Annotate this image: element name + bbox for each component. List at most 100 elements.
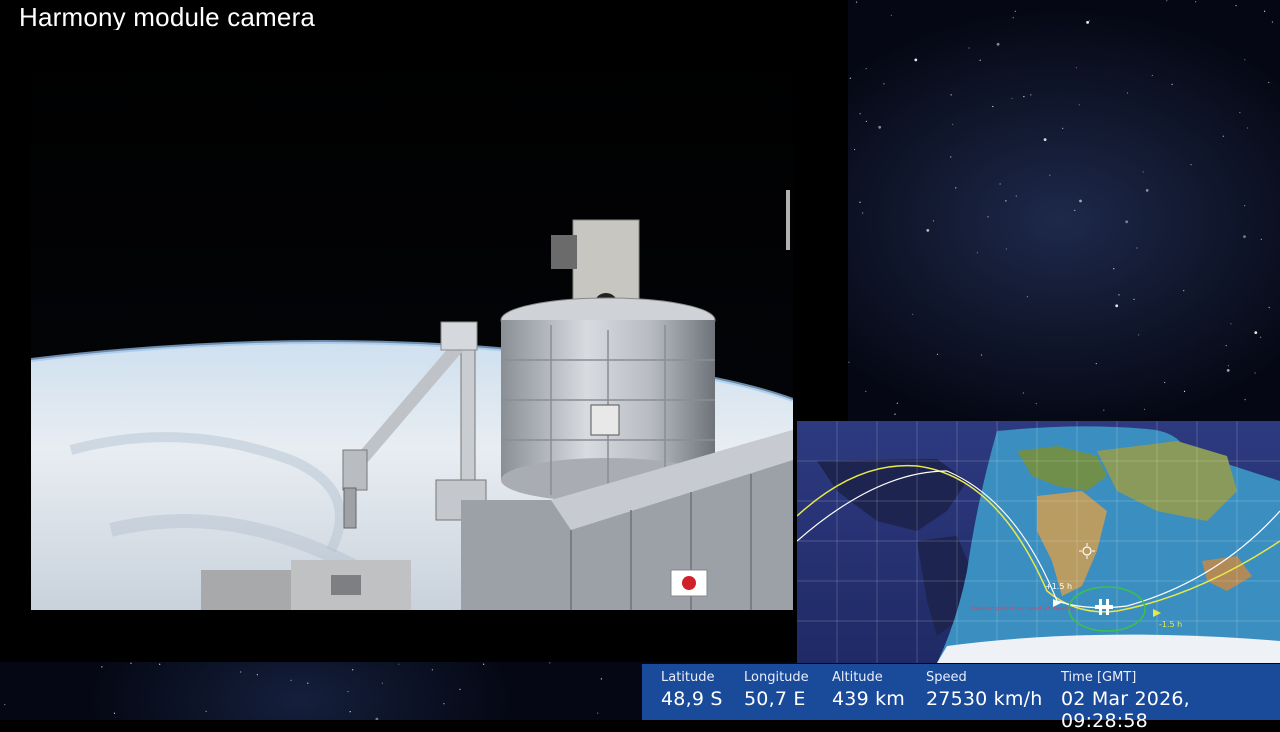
- star: [980, 354, 983, 356]
- star: [1143, 408, 1146, 410]
- star: [849, 77, 851, 79]
- camera-feed: [31, 30, 793, 610]
- telemetry-bar: Latitude 48,9 S Longitude 50,7 E Altitud…: [642, 664, 1280, 732]
- star: [1075, 67, 1077, 69]
- star: [996, 42, 1000, 46]
- latitude-block: Latitude 48,9 S: [661, 670, 723, 710]
- star: [1125, 220, 1129, 224]
- star: [987, 216, 989, 218]
- star: [113, 712, 116, 714]
- star: [398, 663, 400, 665]
- star: [1049, 174, 1051, 176]
- star: [1012, 17, 1014, 19]
- star: [1244, 399, 1246, 401]
- star: [483, 663, 485, 665]
- star: [865, 390, 867, 392]
- latitude-value: 48,9 S: [661, 688, 723, 710]
- star: [1133, 298, 1135, 300]
- star: [1268, 306, 1270, 309]
- minus-time-label: -1.5 h: [1159, 620, 1182, 629]
- altitude-label: Altitude: [832, 670, 883, 685]
- star: [1142, 171, 1144, 173]
- star: [1260, 336, 1262, 338]
- star: [999, 183, 1001, 185]
- star: [1183, 290, 1185, 292]
- star: [914, 58, 918, 62]
- star: [848, 361, 850, 363]
- star: [1164, 381, 1166, 384]
- star: [1062, 127, 1064, 129]
- star: [855, 1, 858, 3]
- star: [1026, 296, 1028, 298]
- star: [1222, 135, 1224, 137]
- map-caption: Predicted path shows speed, alt, heading: [971, 606, 1074, 612]
- star: [1225, 345, 1227, 347]
- star: [130, 662, 132, 664]
- star: [865, 68, 867, 70]
- camera-title: Harmony module camera: [19, 2, 316, 32]
- speed-block: Speed 27530 km/h: [926, 670, 1042, 710]
- star: [979, 59, 981, 61]
- star: [1243, 235, 1246, 239]
- star: [883, 83, 885, 85]
- star: [1030, 94, 1032, 96]
- longitude-label: Longitude: [744, 670, 809, 685]
- star: [1239, 112, 1241, 114]
- plus-time-label: +1.5 h: [1045, 582, 1072, 591]
- star: [1014, 10, 1016, 12]
- star: [878, 125, 882, 129]
- star: [1246, 127, 1249, 129]
- star: [1254, 372, 1256, 374]
- star: [1113, 268, 1115, 270]
- star: [290, 679, 292, 681]
- star: [1260, 238, 1262, 240]
- star: [347, 691, 349, 693]
- star: [862, 212, 864, 214]
- star: [1022, 392, 1024, 394]
- star: [1190, 164, 1192, 166]
- altitude-block: Altitude 439 km: [832, 670, 905, 710]
- star: [894, 413, 896, 415]
- longitude-block: Longitude 50,7 E: [744, 670, 809, 710]
- world-map: +1.5 h -1.5 h Predicted path shows speed…: [797, 421, 1280, 663]
- star: [1115, 304, 1119, 308]
- star: [600, 678, 603, 680]
- star: [1118, 294, 1120, 296]
- star: [1103, 409, 1105, 411]
- star: [976, 252, 979, 254]
- star: [159, 663, 161, 665]
- star: [950, 156, 952, 158]
- star: [1035, 403, 1037, 405]
- star: [1166, 0, 1168, 2]
- star: [932, 220, 935, 222]
- star: [1268, 81, 1270, 84]
- star: [1005, 200, 1007, 202]
- star: [1195, 1, 1197, 3]
- star: [865, 120, 868, 122]
- star: [1138, 334, 1140, 336]
- speed-value: 27530 km/h: [926, 688, 1043, 710]
- star: [952, 123, 954, 125]
- star: [1254, 331, 1258, 334]
- latitude-label: Latitude: [661, 670, 715, 685]
- speed-label: Speed: [926, 670, 967, 685]
- star: [950, 94, 952, 96]
- star: [912, 313, 914, 315]
- star: [936, 353, 939, 355]
- ground-track-map: +1.5 h -1.5 h Predicted path shows speed…: [797, 421, 1280, 663]
- star: [459, 688, 461, 691]
- longitude-value: 50,7 E: [744, 688, 806, 710]
- star: [381, 682, 383, 684]
- star: [1171, 83, 1173, 85]
- star: [205, 710, 207, 713]
- star: [101, 666, 103, 668]
- star: [1015, 195, 1017, 197]
- star: [1005, 248, 1008, 250]
- time-value: 02 Mar 2026, 09:28:58: [1061, 688, 1190, 732]
- time-label: Time [GMT]: [1061, 670, 1137, 685]
- star: [256, 674, 258, 676]
- star: [307, 682, 309, 684]
- star: [1011, 97, 1013, 99]
- star: [352, 669, 354, 671]
- star: [955, 187, 957, 189]
